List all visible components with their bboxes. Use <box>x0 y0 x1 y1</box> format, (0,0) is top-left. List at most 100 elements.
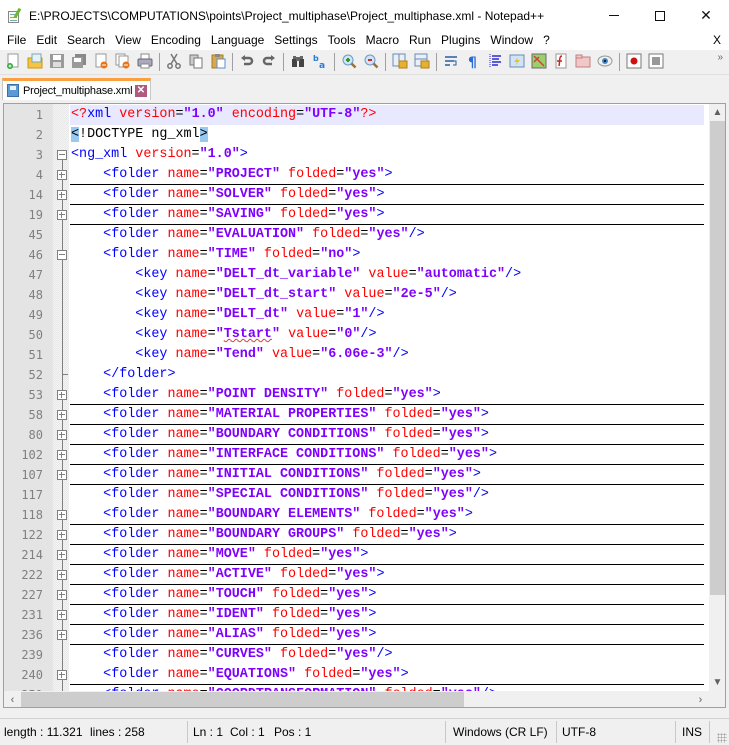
code-line[interactable]: 236 <folder name="ALIAS" folded="yes"> <box>4 625 704 645</box>
zoom-in-button[interactable] <box>339 52 359 72</box>
code-text[interactable]: <folder name="BOUNDARY ELEMENTS" folded=… <box>70 505 704 525</box>
menu-macro[interactable]: Macro <box>361 31 404 50</box>
code-line[interactable]: 231 <folder name="IDENT" folded="yes"> <box>4 605 704 625</box>
code-text[interactable]: <folder name="TIME" folded="no"> <box>70 245 704 265</box>
replace-button[interactable]: ba <box>310 52 330 72</box>
code-text[interactable]: <!DOCTYPE ng_xml> <box>70 125 704 145</box>
new-file-button[interactable] <box>3 52 23 72</box>
menu-tools[interactable]: Tools <box>323 31 361 50</box>
redo-button[interactable] <box>259 52 279 72</box>
code-line[interactable]: 2 <!DOCTYPE ng_xml> <box>4 125 704 145</box>
undo-button[interactable] <box>237 52 257 72</box>
code-line[interactable]: 107 <folder name="INITIAL CONDITIONS" fo… <box>4 465 704 485</box>
menu-encoding[interactable]: Encoding <box>146 31 206 50</box>
fold-expand-icon[interactable] <box>57 530 67 540</box>
close-window-button[interactable]: ✕ <box>683 0 729 31</box>
code-text[interactable]: <folder name="MATERIAL PROPERTIES" folde… <box>70 405 704 425</box>
code-text[interactable]: <folder name="EVALUATION" folded="yes"/> <box>70 225 704 245</box>
close-button[interactable] <box>91 52 111 72</box>
menu-settings[interactable]: Settings <box>269 31 322 50</box>
scroll-right-arrow-icon[interactable]: › <box>692 691 709 707</box>
minimize-button[interactable] <box>591 0 637 31</box>
zoom-out-button[interactable] <box>361 52 381 72</box>
fold-expand-icon[interactable] <box>57 390 67 400</box>
fold-expand-icon[interactable] <box>57 590 67 600</box>
code-line[interactable]: 48 <key name="DELT_dt_start" value="2e-5… <box>4 285 704 305</box>
menu-edit[interactable]: Edit <box>31 31 62 50</box>
fold-expand-icon[interactable] <box>57 190 67 200</box>
fold-expand-icon[interactable] <box>57 430 67 440</box>
maximize-button[interactable] <box>637 0 683 31</box>
horizontal-scroll-thumb[interactable] <box>21 692 464 707</box>
close-all-button[interactable] <box>113 52 133 72</box>
copy-button[interactable] <box>186 52 206 72</box>
code-line[interactable]: 222 <folder name="ACTIVE" folded="yes"> <box>4 565 704 585</box>
sync-vertical-scroll-button[interactable] <box>390 52 410 72</box>
code-text[interactable]: <folder name="CURVES" folded="yes"/> <box>70 645 704 665</box>
fold-expand-icon[interactable] <box>57 410 67 420</box>
sync-horizontal-scroll-button[interactable] <box>412 52 432 72</box>
fold-collapse-icon[interactable] <box>57 250 67 260</box>
code-line[interactable]: 51 <key name="Tend" value="6.06e-3"/> <box>4 345 704 365</box>
indent-guide-button[interactable] <box>485 52 505 72</box>
record-macro-button[interactable] <box>624 52 644 72</box>
code-line[interactable]: 45 <folder name="EVALUATION" folded="yes… <box>4 225 704 245</box>
code-text[interactable]: <folder name="INITIAL CONDITIONS" folded… <box>70 465 704 485</box>
code-line[interactable]: 19 <folder name="SAVING" folded="yes"> <box>4 205 704 225</box>
user-defined-language-button[interactable] <box>507 52 527 72</box>
editor-pane[interactable]: 1 <?xml version="1.0" encoding="UTF-8"?> 2… <box>3 103 726 708</box>
function-list-button[interactable] <box>551 52 571 72</box>
code-text[interactable]: <folder name="SAVING" folded="yes"> <box>70 205 704 225</box>
tab-close-icon[interactable]: ✕ <box>135 84 147 97</box>
stop-recording-button[interactable] <box>646 52 666 72</box>
fold-expand-icon[interactable] <box>57 630 67 640</box>
menu-file[interactable]: File <box>2 31 31 50</box>
code-text[interactable]: <folder name="PROJECT" folded="yes"> <box>70 165 704 185</box>
code-text[interactable]: <key name="Tend" value="6.06e-3"/> <box>70 345 704 365</box>
code-text[interactable]: <folder name="ALIAS" folded="yes"> <box>70 625 704 645</box>
code-line[interactable]: 240 <folder name="EQUATIONS" folded="yes… <box>4 665 704 685</box>
close-document-button[interactable]: X <box>713 31 721 50</box>
code-text[interactable]: <folder name="EQUATIONS" folded="yes"> <box>70 665 704 685</box>
word-wrap-button[interactable] <box>441 52 461 72</box>
save-all-button[interactable] <box>69 52 89 72</box>
fold-expand-icon[interactable] <box>57 550 67 560</box>
code-text[interactable]: <key name="Tstart" value="0"/> <box>70 325 704 345</box>
fold-expand-icon[interactable] <box>57 470 67 480</box>
code-text[interactable]: <ng_xml version="1.0"> <box>70 145 704 165</box>
scroll-down-arrow-icon[interactable]: ▼ <box>709 674 725 691</box>
fold-expand-icon[interactable] <box>57 570 67 580</box>
code-line[interactable]: 117 <folder name="SPECIAL CONDITIONS" fo… <box>4 485 704 505</box>
fold-expand-icon[interactable] <box>57 670 67 680</box>
code-line[interactable]: 14 <folder name="SOLVER" folded="yes"> <box>4 185 704 205</box>
show-all-characters-button[interactable]: ¶ <box>463 52 483 72</box>
code-line[interactable]: 1 <?xml version="1.0" encoding="UTF-8"?> <box>4 105 704 125</box>
code-text[interactable]: </folder> <box>70 365 704 385</box>
save-button[interactable] <box>47 52 67 72</box>
fold-expand-icon[interactable] <box>57 510 67 520</box>
fold-expand-icon[interactable] <box>57 610 67 620</box>
monitoring-button[interactable] <box>595 52 615 72</box>
menu-plugins[interactable]: Plugins <box>436 31 485 50</box>
open-file-button[interactable] <box>25 52 45 72</box>
code-line[interactable]: 49 <key name="DELT_dt" value="1"/> <box>4 305 704 325</box>
vertical-scroll-thumb[interactable] <box>710 121 725 595</box>
code-line[interactable]: 52 </folder> <box>4 365 704 385</box>
code-text[interactable]: <folder name="MOVE" folded="yes"> <box>70 545 704 565</box>
code-text[interactable]: <folder name="SOLVER" folded="yes"> <box>70 185 704 205</box>
menu-window[interactable]: Window <box>485 31 538 50</box>
code-line[interactable]: 3 <ng_xml version="1.0"> <box>4 145 704 165</box>
horizontal-scrollbar[interactable]: ‹ › <box>4 691 709 707</box>
tab-project-multiphase-xml[interactable]: Project_multiphase.xml ✕ <box>2 78 151 100</box>
resize-grip-icon[interactable] <box>717 733 727 743</box>
menu-language[interactable]: Language <box>206 31 269 50</box>
code-line[interactable]: 53 <folder name="POINT DENSITY" folded="… <box>4 385 704 405</box>
fold-expand-icon[interactable] <box>57 450 67 460</box>
code-text[interactable]: <folder name="BOUNDARY CONDITIONS" folde… <box>70 425 704 445</box>
scroll-left-arrow-icon[interactable]: ‹ <box>4 691 21 707</box>
menu-run[interactable]: Run <box>404 31 436 50</box>
vertical-scrollbar[interactable]: ▲ ▼ <box>709 104 725 691</box>
paste-button[interactable] <box>208 52 228 72</box>
code-text[interactable]: <folder name="TOUCH" folded="yes"> <box>70 585 704 605</box>
code-lines[interactable]: 1 <?xml version="1.0" encoding="UTF-8"?> 2… <box>4 105 704 705</box>
